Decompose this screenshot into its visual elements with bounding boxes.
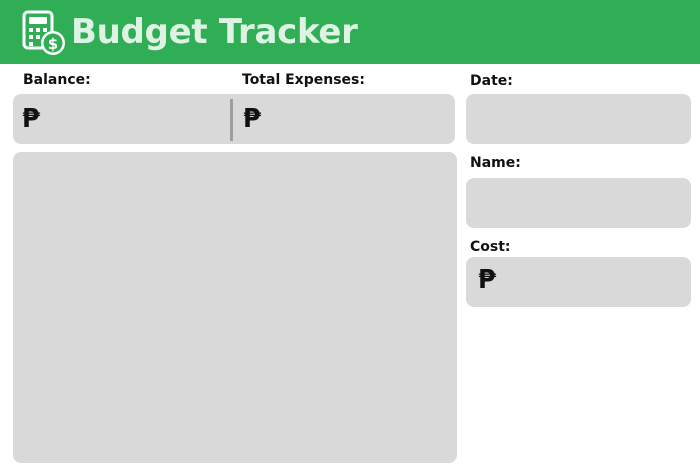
balance-currency-symbol: ₱ bbox=[22, 104, 41, 134]
total-expenses-label: Total Expenses: bbox=[242, 72, 365, 88]
svg-text:$: $ bbox=[48, 35, 58, 53]
calculator-dollar-icon: $ bbox=[22, 10, 65, 55]
summary-panel bbox=[13, 94, 455, 144]
cost-label: Cost: bbox=[470, 239, 511, 255]
date-label: Date: bbox=[470, 73, 513, 89]
balance-label: Balance: bbox=[23, 72, 91, 88]
cost-currency-symbol: ₱ bbox=[478, 265, 497, 295]
app-title: Budget Tracker bbox=[71, 12, 358, 52]
date-field[interactable] bbox=[466, 94, 691, 144]
cost-field[interactable]: ₱ bbox=[466, 257, 691, 307]
summary-divider bbox=[230, 99, 233, 141]
name-label: Name: bbox=[470, 155, 521, 171]
expenses-currency-symbol: ₱ bbox=[243, 104, 262, 134]
expense-list-panel[interactable] bbox=[13, 152, 457, 463]
name-field[interactable] bbox=[466, 178, 691, 228]
app-header: $ Budget Tracker bbox=[0, 0, 700, 64]
